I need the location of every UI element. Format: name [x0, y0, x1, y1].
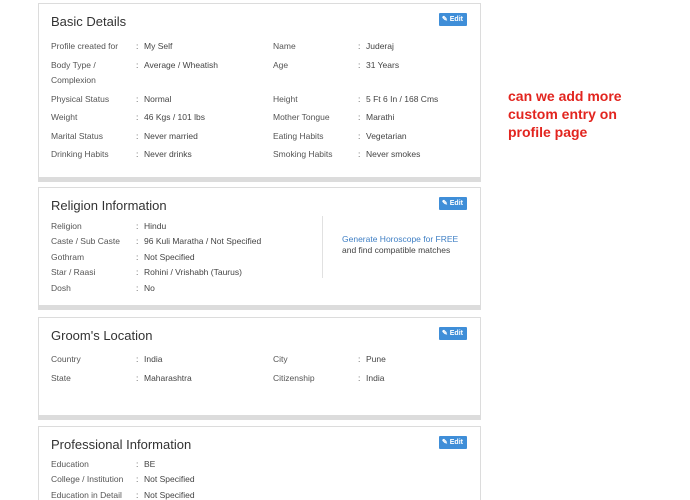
- field-label: Dosh: [51, 283, 71, 293]
- colon: :: [358, 112, 361, 122]
- colon: :: [136, 94, 139, 104]
- colon: :: [136, 267, 139, 277]
- annotation-note: can we add more custom entry on profile …: [508, 88, 622, 140]
- professional-edit-button[interactable]: ✎ Edit: [438, 436, 467, 449]
- horoscope-block: Generate Horoscope for FREE and find com…: [342, 234, 458, 256]
- colon: :: [136, 221, 139, 231]
- pencil-icon: ✎: [441, 330, 448, 337]
- field-label: Name: [273, 41, 296, 51]
- field-label: Complexion: [51, 75, 96, 85]
- religion-title: Religion Information: [51, 198, 167, 213]
- field-value: Never drinks: [144, 149, 192, 159]
- colon: :: [136, 41, 139, 51]
- field-value: 46 Kgs / 101 lbs: [144, 112, 205, 122]
- pencil-icon: ✎: [441, 16, 448, 23]
- colon: :: [136, 236, 139, 246]
- field-value: No: [144, 283, 155, 293]
- field-value: Pune: [366, 354, 386, 364]
- pencil-icon: ✎: [441, 439, 448, 446]
- field-value: 96 Kuli Maratha / Not Specified: [144, 236, 262, 246]
- colon: :: [136, 283, 139, 293]
- basic-details-edit-button[interactable]: ✎ Edit: [438, 13, 467, 26]
- colon: :: [136, 60, 139, 70]
- location-title: Groom's Location: [51, 328, 153, 343]
- field-label: Weight: [51, 112, 78, 122]
- field-label: Education: [51, 459, 89, 469]
- colon: :: [358, 41, 361, 51]
- colon: :: [136, 373, 139, 383]
- colon: :: [136, 252, 139, 262]
- edit-label: Edit: [449, 330, 463, 337]
- field-value: Not Specified: [144, 474, 195, 484]
- field-label: City: [273, 354, 288, 364]
- field-value: Rohini / Vrishabh (Taurus): [144, 267, 242, 277]
- colon: :: [358, 94, 361, 104]
- edit-label: Edit: [449, 16, 463, 23]
- field-label: Height: [273, 94, 298, 104]
- pencil-icon: ✎: [441, 200, 448, 207]
- field-value: Normal: [144, 94, 172, 104]
- religion-card: Religion Information ✎ Edit Religion : H…: [38, 187, 481, 310]
- colon: :: [136, 149, 139, 159]
- field-value: India: [144, 354, 163, 364]
- field-label: Eating Habits: [273, 131, 324, 141]
- field-value: Hindu: [144, 221, 167, 231]
- colon: :: [136, 474, 139, 484]
- horoscope-subtext: and find compatible matches: [342, 245, 451, 255]
- field-label: Physical Status: [51, 94, 110, 104]
- colon: :: [136, 459, 139, 469]
- field-value: Maharashtra: [144, 373, 192, 383]
- field-value: 5 Ft 6 In / 168 Cms: [366, 94, 439, 104]
- edit-label: Edit: [449, 439, 463, 446]
- field-value: Average / Wheatish: [144, 60, 219, 70]
- field-label: Country: [51, 354, 81, 364]
- generate-horoscope-link[interactable]: Generate Horoscope for FREE: [342, 234, 458, 245]
- professional-card: Professional Information ✎ Edit Educatio…: [38, 426, 481, 500]
- field-value: My Self: [144, 41, 173, 51]
- field-value: Marathi: [366, 112, 395, 122]
- field-label: Gothram: [51, 252, 85, 262]
- field-value: Juderaj: [366, 41, 394, 51]
- field-label: Age: [273, 60, 289, 70]
- field-label: College / Institution: [51, 474, 124, 484]
- colon: :: [358, 373, 361, 383]
- professional-title: Professional Information: [51, 437, 192, 452]
- field-label: Mother Tongue: [273, 112, 330, 122]
- field-label: Smoking Habits: [273, 149, 333, 159]
- field-value: Never smokes: [366, 149, 421, 159]
- field-label: Profile created for: [51, 41, 119, 51]
- colon: :: [358, 149, 361, 159]
- colon: :: [136, 112, 139, 122]
- field-label: Education in Detail: [51, 490, 122, 500]
- field-value: India: [366, 373, 385, 383]
- field-value: Not Specified: [144, 490, 195, 500]
- field-label: Marital Status: [51, 131, 103, 141]
- field-value: 31 Years: [366, 60, 400, 70]
- edit-label: Edit: [449, 200, 463, 207]
- colon: :: [358, 354, 361, 364]
- location-card: Groom's Location ✎ Edit Country : India …: [38, 317, 481, 420]
- field-label: State: [51, 373, 71, 383]
- field-label: Caste / Sub Caste: [51, 236, 120, 246]
- colon: :: [358, 60, 361, 70]
- field-value: BE: [144, 459, 156, 469]
- basic-details-card: Basic Details ✎ Edit Profile created for…: [38, 3, 481, 182]
- field-value: Not Specified: [144, 252, 195, 262]
- field-value: Vegetarian: [366, 131, 407, 141]
- column-divider: [322, 216, 323, 278]
- field-value: Never married: [144, 131, 198, 141]
- location-edit-button[interactable]: ✎ Edit: [438, 327, 467, 340]
- colon: :: [136, 354, 139, 364]
- religion-edit-button[interactable]: ✎ Edit: [438, 197, 467, 210]
- field-label: Drinking Habits: [51, 149, 109, 159]
- colon: :: [358, 131, 361, 141]
- basic-details-title: Basic Details: [51, 14, 127, 29]
- colon: :: [136, 131, 139, 141]
- colon: :: [136, 490, 139, 500]
- field-label: Body Type /: [51, 60, 96, 70]
- field-label: Star / Raasi: [51, 267, 96, 277]
- field-label: Religion: [51, 221, 82, 231]
- field-label: Citizenship: [273, 373, 315, 383]
